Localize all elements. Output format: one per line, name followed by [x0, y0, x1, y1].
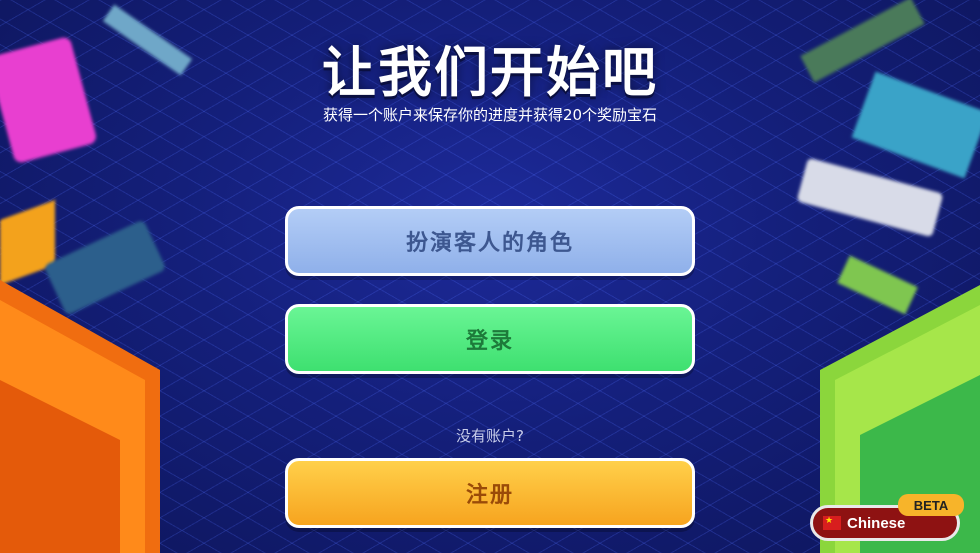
login-button[interactable]: 登录 — [285, 304, 695, 374]
register-button[interactable]: 注册 — [285, 458, 695, 528]
play-as-guest-button[interactable]: 扮演客人的角色 — [285, 206, 695, 276]
china-flag-icon — [823, 516, 841, 530]
page-title: 让我们开始吧 — [322, 41, 658, 104]
no-account-label: 没有账户? — [456, 427, 524, 445]
orange-pc-case-decoration — [0, 280, 160, 553]
page-subtitle: 获得一个账户来保存你的进度并获得20个奖励宝石 — [322, 106, 658, 124]
beta-badge: BETA — [898, 494, 964, 516]
language-name: Chinese — [847, 514, 906, 532]
